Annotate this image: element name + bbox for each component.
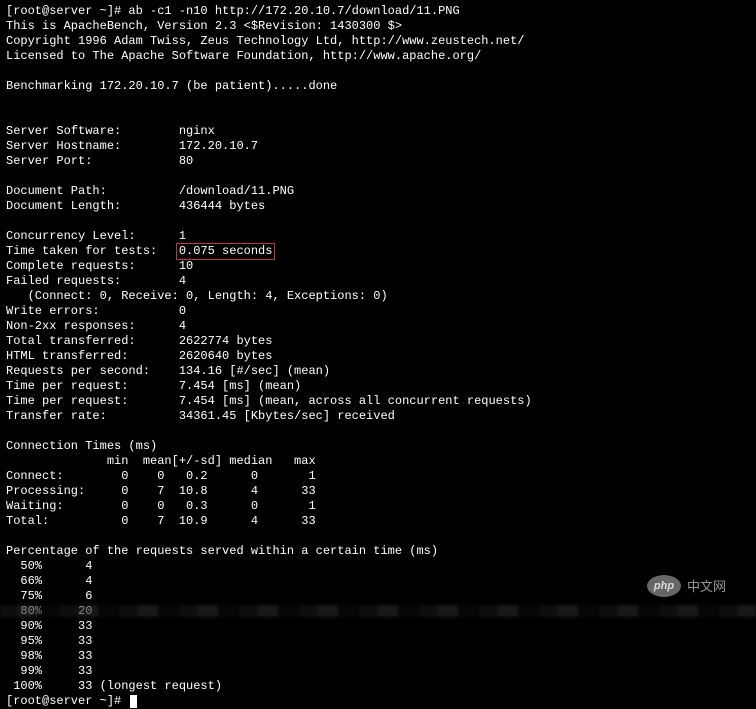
blank bbox=[6, 424, 750, 439]
concurrency-level: Concurrency Level: 1 bbox=[6, 229, 750, 244]
write-errors: Write errors: 0 bbox=[6, 304, 750, 319]
transfer-rate: Transfer rate: 34361.45 [Kbytes/sec] rec… bbox=[6, 409, 750, 424]
failed-requests: Failed requests: 4 bbox=[6, 274, 750, 289]
total-transferred: Total transferred: 2622774 bytes bbox=[6, 334, 750, 349]
conn-connect: Connect: 0 0 0.2 0 1 bbox=[6, 469, 750, 484]
time-per-request-mean: Time per request: 7.454 [ms] (mean) bbox=[6, 379, 750, 394]
perc-100: 100% 33 (longest request) bbox=[6, 679, 750, 694]
perc-50: 50% 4 bbox=[6, 559, 750, 574]
conn-processing: Processing: 0 7 10.8 4 33 bbox=[6, 484, 750, 499]
cursor-icon bbox=[130, 695, 137, 708]
document-length: Document Length: 436444 bytes bbox=[6, 199, 750, 214]
connection-times-title: Connection Times (ms) bbox=[6, 439, 750, 454]
server-software: Server Software: nginx bbox=[6, 124, 750, 139]
server-port: Server Port: 80 bbox=[6, 154, 750, 169]
ab-version: This is ApacheBench, Version 2.3 <$Revis… bbox=[6, 19, 750, 34]
failed-detail: (Connect: 0, Receive: 0, Length: 4, Exce… bbox=[6, 289, 750, 304]
document-path: Document Path: /download/11.PNG bbox=[6, 184, 750, 199]
perc-90: 90% 33 bbox=[6, 619, 750, 634]
blank bbox=[6, 529, 750, 544]
perc-75: 75% 6 bbox=[6, 589, 750, 604]
conn-waiting: Waiting: 0 0 0.3 0 1 bbox=[6, 499, 750, 514]
blank bbox=[6, 169, 750, 184]
perc-98: 98% 33 bbox=[6, 649, 750, 664]
blank bbox=[6, 94, 750, 109]
perc-95: 95% 33 bbox=[6, 634, 750, 649]
requests-per-second: Requests per second: 134.16 [#/sec] (mea… bbox=[6, 364, 750, 379]
connection-times-header: min mean[+/-sd] median max bbox=[6, 454, 750, 469]
complete-requests: Complete requests: 10 bbox=[6, 259, 750, 274]
prompt-command: [root@server ~]# ab -c1 -n10 http://172.… bbox=[6, 4, 750, 19]
ab-license: Licensed to The Apache Software Foundati… bbox=[6, 49, 750, 64]
watermark-text: 中文网 bbox=[687, 579, 726, 594]
php-logo-icon: php bbox=[647, 575, 681, 597]
blank bbox=[6, 214, 750, 229]
ab-copyright: Copyright 1996 Adam Twiss, Zeus Technolo… bbox=[6, 34, 750, 49]
time-taken-highlight: 0.075 seconds bbox=[176, 243, 276, 260]
perc-66: 66% 4 bbox=[6, 574, 750, 589]
percentage-title: Percentage of the requests served within… bbox=[6, 544, 750, 559]
server-hostname: Server Hostname: 172.20.10.7 bbox=[6, 139, 750, 154]
non-2xx: Non-2xx responses: 4 bbox=[6, 319, 750, 334]
blank bbox=[6, 109, 750, 124]
watermark: php 中文网 bbox=[647, 575, 726, 597]
time-taken: Time taken for tests: 0.075 seconds bbox=[6, 244, 750, 259]
prompt-ready[interactable]: [root@server ~]# bbox=[6, 694, 750, 709]
time-per-request-concurrent: Time per request: 7.454 [ms] (mean, acro… bbox=[6, 394, 750, 409]
conn-total: Total: 0 7 10.9 4 33 bbox=[6, 514, 750, 529]
blank bbox=[6, 64, 750, 79]
benchmarking-status: Benchmarking 172.20.10.7 (be patient)...… bbox=[6, 79, 750, 94]
html-transferred: HTML transferred: 2620640 bytes bbox=[6, 349, 750, 364]
perc-99: 99% 33 bbox=[6, 664, 750, 679]
bottom-blur-bar bbox=[0, 605, 756, 617]
